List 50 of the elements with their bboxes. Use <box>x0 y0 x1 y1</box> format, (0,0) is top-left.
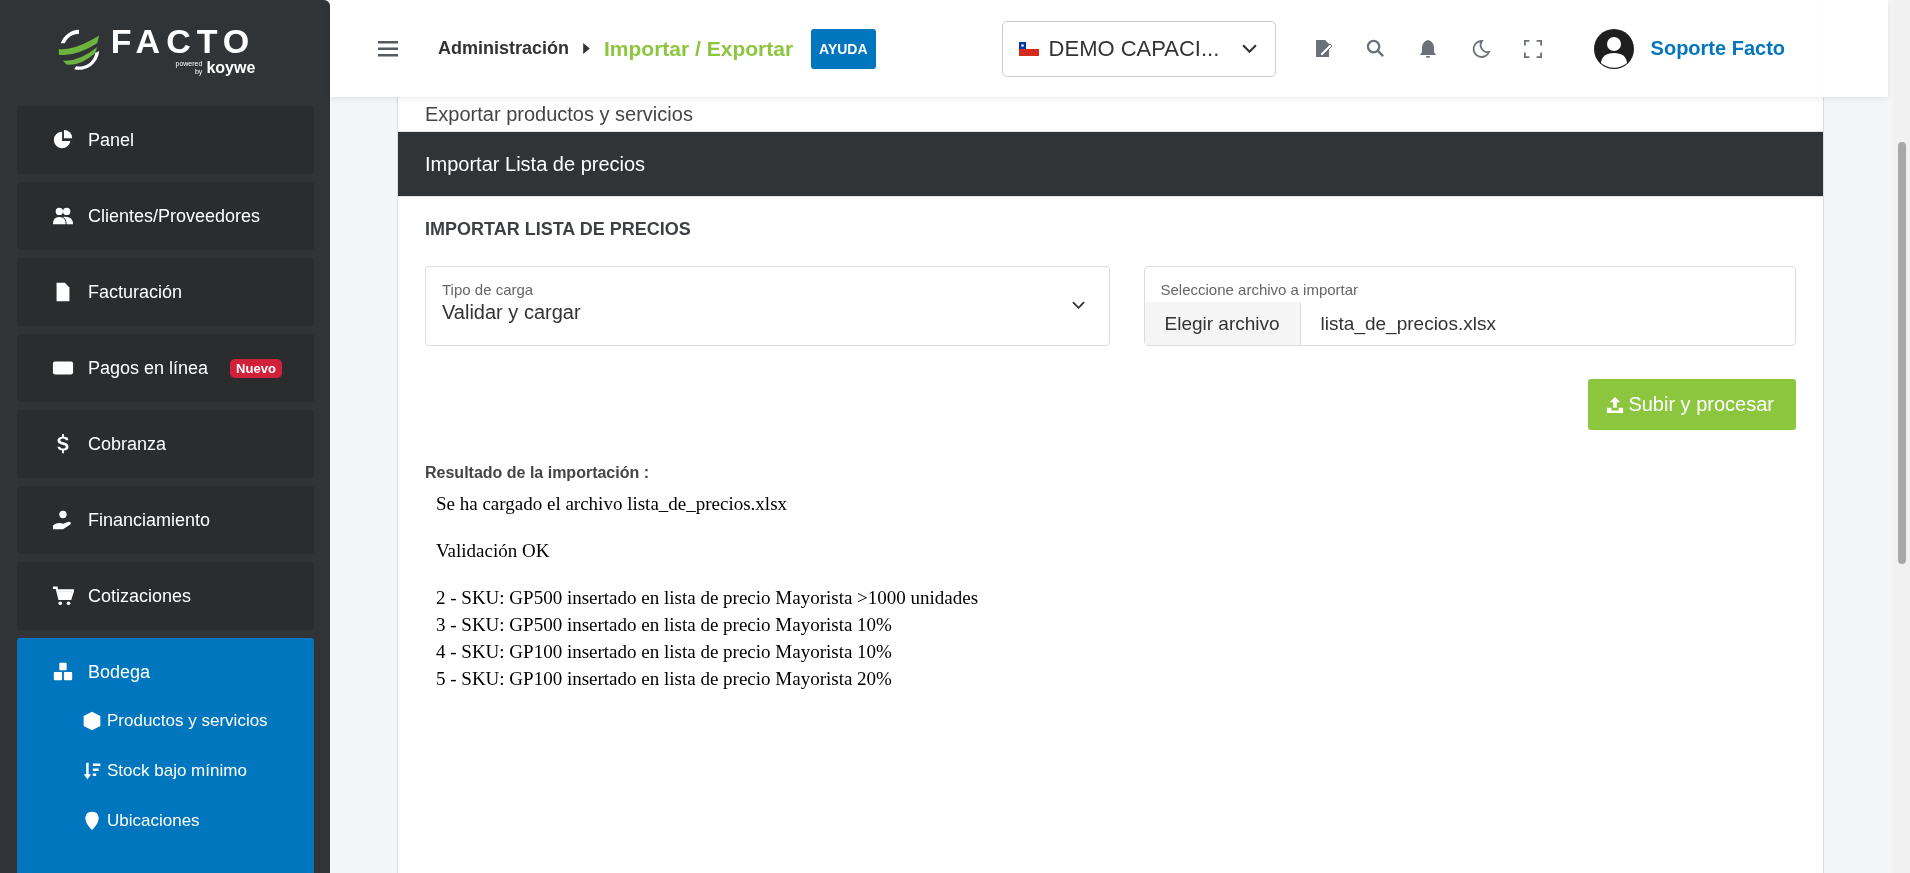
users-icon <box>52 205 74 227</box>
nav-item[interactable]: Panel <box>17 106 314 174</box>
result-label: Resultado de la importación : <box>425 464 651 482</box>
result-line: 4 - SKU: GP100 insertado en lista de precio Mayorista 10% <box>436 640 893 664</box>
nav-item[interactable]: Pagos en línea Nuevo <box>17 334 314 402</box>
fullscreen-icon[interactable] <box>1523 39 1542 58</box>
accordion-header[interactable]: Importar Lista de precios <box>398 132 1823 197</box>
brand-wordmark: koywe <box>206 59 256 77</box>
result-line: Validación OK <box>436 539 551 563</box>
result-line: 3 - SKU: GP500 insertado en lista de precio Mayorista 10% <box>436 613 893 637</box>
nav-item[interactable]: Cobranza <box>17 410 314 478</box>
company-select[interactable]: DEMO CAPACI... <box>1001 20 1276 77</box>
submenu-item[interactable]: Stock bajo mínimo <box>82 746 314 796</box>
avatar-icon[interactable] <box>1593 28 1634 69</box>
logo-wordmark: FACTO <box>110 23 256 59</box>
file-input-field[interactable]: Seleccione archivo a importar Elegir archivo lista_de_precios.xlsx <box>1143 266 1796 346</box>
cart-icon <box>52 585 74 607</box>
pie-chart-icon <box>52 129 74 151</box>
result-line: 5 - SKU: GP100 insertado en lista de precio Mayorista 20% <box>436 667 893 691</box>
breadcrumb-link[interactable]: Administración <box>438 38 570 59</box>
nav-item[interactable]: Facturación <box>17 258 314 326</box>
map-pin-icon <box>82 811 102 831</box>
flag-icon <box>1018 41 1039 56</box>
user-name-link[interactable]: Soporte Facto <box>1650 37 1786 60</box>
bell-icon[interactable] <box>1417 38 1438 59</box>
help-button[interactable]: AYUDA <box>811 28 876 69</box>
caret-right-icon <box>583 43 591 54</box>
upload-icon <box>1606 395 1625 414</box>
nav-item[interactable]: Bodega Productos y servicios Stock bajo mínimo Ubicaciones <box>17 638 314 873</box>
nav-item[interactable]: Cotizaciones <box>17 562 314 630</box>
nav-item[interactable]: Financiamiento <box>17 486 314 554</box>
result-line: 2 - SKU: GP500 insertado en lista de precio Mayorista >1000 unidades <box>436 586 980 610</box>
nav-item[interactable]: Clientes/Proveedores <box>17 182 314 250</box>
submenu-item[interactable]: Ubicaciones <box>82 796 314 846</box>
cube-icon <box>82 711 102 731</box>
search-icon[interactable] <box>1365 39 1385 58</box>
chevron-down-icon <box>1071 301 1085 309</box>
boxes-icon <box>52 661 74 683</box>
file-name-text: lista_de_precios.xlsx <box>1319 311 1496 337</box>
result-line: Se ha cargado el archivo lista_de_precios.xlsx <box>436 492 789 516</box>
chevron-down-icon <box>1241 44 1257 53</box>
new-badge: Nuevo <box>230 358 282 378</box>
menu-icon[interactable] <box>378 40 398 57</box>
submenu-item[interactable]: Productos y servicios <box>82 696 314 746</box>
moon-icon[interactable] <box>1470 38 1491 59</box>
choose-file-button[interactable]: Elegir archivo <box>1144 302 1301 345</box>
scrollbar-drawing[interactable] <box>1893 0 1910 873</box>
section-title: IMPORTAR LISTA DE PRECIOS <box>425 219 692 240</box>
load-type-select[interactable]: Tipo de carga Validar y cargar <box>425 266 1110 346</box>
sort-down-icon <box>82 761 102 781</box>
